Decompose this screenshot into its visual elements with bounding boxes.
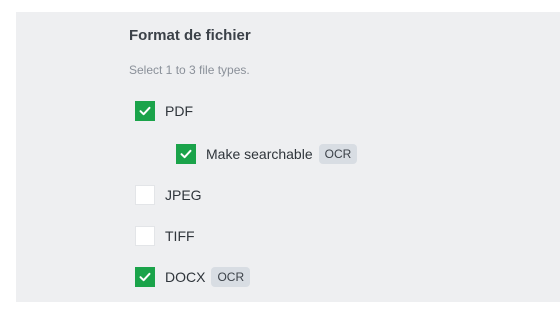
check-icon: [139, 272, 151, 282]
checkbox-pdf[interactable]: PDF: [135, 101, 193, 121]
ocr-badge: OCR: [211, 267, 251, 287]
helper-text: Select 1 to 3 file types.: [129, 63, 250, 77]
group-title: Format de fichier: [129, 27, 251, 44]
checkbox-make-searchable[interactable]: Make searchable OCR: [176, 144, 358, 164]
checkbox-label-pdf: PDF: [165, 103, 193, 119]
check-icon: [139, 106, 151, 116]
checkbox-box-pdf[interactable]: [135, 101, 155, 121]
ocr-badge: OCR: [318, 144, 358, 164]
file-format-panel: Format de fichier Select 1 to 3 file typ…: [16, 12, 560, 302]
checkbox-tiff[interactable]: TIFF: [135, 226, 195, 246]
checkbox-box-tiff[interactable]: [135, 226, 155, 246]
checkbox-box-jpeg[interactable]: [135, 185, 155, 205]
checkbox-box-docx[interactable]: [135, 267, 155, 287]
check-icon: [180, 149, 192, 159]
checkbox-label-tiff: TIFF: [165, 228, 195, 244]
checkbox-label-make-searchable: Make searchable: [206, 146, 313, 162]
checkbox-box-make-searchable[interactable]: [176, 144, 196, 164]
file-format-group: Format de fichier Select 1 to 3 file typ…: [129, 27, 358, 287]
checkbox-docx[interactable]: DOCX OCR: [135, 267, 251, 287]
checkbox-jpeg[interactable]: JPEG: [135, 185, 202, 205]
checkbox-label-jpeg: JPEG: [165, 187, 202, 203]
checkbox-label-docx: DOCX: [165, 269, 206, 285]
